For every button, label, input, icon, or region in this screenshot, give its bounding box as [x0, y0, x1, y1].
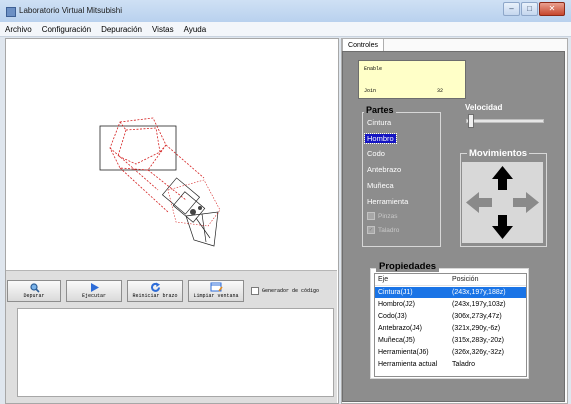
posicion-column-header[interactable]: Posición: [452, 274, 526, 285]
eje-cell: Hombro(J2): [378, 301, 415, 308]
app-icon: [6, 7, 16, 17]
reiniciar-brazo-label: Reiniciar brazo: [132, 293, 178, 299]
eje-column-header[interactable]: Eje: [375, 274, 452, 285]
menu-depuracion[interactable]: Depuración: [96, 25, 147, 34]
console-line-enable: Enable: [364, 66, 383, 72]
window-controls: – □ ✕: [502, 2, 565, 16]
movimientos-title: Movimientos: [467, 148, 530, 159]
console-join-value: 32: [437, 88, 444, 94]
eje-cell: Codo(J3): [378, 313, 407, 320]
menu-vistas[interactable]: Vistas: [147, 25, 179, 34]
eje-cell: Herramienta(J6): [378, 349, 429, 356]
maximize-button[interactable]: □: [521, 2, 538, 16]
generador-codigo-checkbox[interactable]: Generador de código: [251, 287, 319, 295]
table-row[interactable]: Cintura(J1) (243x,197y,188z): [375, 287, 526, 298]
parte-codo[interactable]: Codo: [367, 149, 385, 158]
generador-checkbox-label: Generador de código: [262, 288, 320, 294]
left-arrow-icon[interactable]: [466, 192, 492, 213]
menu-archivo[interactable]: Archivo: [0, 25, 37, 34]
pinzas-label: Pinzas: [378, 212, 398, 220]
velocidad-slider[interactable]: [466, 114, 544, 128]
down-arrow-icon[interactable]: [492, 215, 513, 239]
generador-checkbox-box[interactable]: [251, 287, 259, 295]
console-join-label: Join: [364, 88, 377, 94]
pinzas-checkbox[interactable]: Pinzas: [367, 212, 398, 220]
tab-controles[interactable]: Controles: [342, 38, 384, 52]
menu-ayuda[interactable]: Ayuda: [179, 25, 212, 34]
propiedades-header: Eje Posición: [375, 274, 526, 286]
robot-arm-drawing: [99, 117, 221, 247]
propiedades-title: Propiedades: [376, 261, 440, 272]
eje-cell: Cintura(J1): [378, 289, 413, 296]
taladro-label: Taladro: [378, 226, 400, 234]
minimize-button[interactable]: –: [503, 2, 520, 16]
propiedades-list[interactable]: Eje Posición Cintura(J1) (243x,197y,188z…: [374, 273, 527, 377]
magnifier-icon: [8, 282, 60, 293]
table-row[interactable]: Codo(J3) (306x,273y,47z): [375, 311, 526, 322]
taladro-checkbox-box[interactable]: ✓: [367, 226, 375, 234]
close-button[interactable]: ✕: [539, 2, 565, 16]
depurar-button[interactable]: Depurar: [7, 280, 61, 302]
eje-cell: Antebrazo(J4): [378, 325, 422, 332]
movement-dpad: [462, 162, 543, 243]
table-row[interactable]: Muñeca(J5) (315x,283y,-20z): [375, 335, 526, 346]
reiniciar-brazo-button[interactable]: Reiniciar brazo: [127, 280, 183, 302]
refresh-icon: [128, 282, 182, 293]
table-row[interactable]: Hombro(J2) (243x,197y,103z): [375, 299, 526, 310]
parte-muneca[interactable]: Muñeca: [367, 181, 394, 190]
right-arrow-icon[interactable]: [513, 192, 539, 213]
clear-window-icon: [189, 282, 243, 293]
posicion-cell: (243x,197y,188z): [452, 289, 506, 296]
eje-cell: Muñeca(J5): [378, 337, 415, 344]
toolbar: Depurar Ejecutar Reiniciar brazo Limpiar…: [7, 278, 319, 304]
depurar-label: Depurar: [23, 293, 45, 299]
ejecutar-button[interactable]: Ejecutar: [66, 280, 122, 302]
posicion-cell: (326x,326y,-32z): [452, 349, 505, 356]
posicion-cell: (315x,283y,-20z): [452, 337, 505, 344]
status-console: Enable Join 32: [358, 60, 466, 99]
parte-hombro[interactable]: Hombro: [364, 133, 397, 144]
menu-bar: Archivo Configuración Depuración Vistas …: [0, 22, 571, 37]
table-row[interactable]: Antebrazo(J4) (321x,290y,-6z): [375, 323, 526, 334]
title-bar: Laboratorio Virtual Mitsubishi – □ ✕: [0, 0, 571, 23]
parte-cintura[interactable]: Cintura: [367, 118, 391, 127]
taladro-checkbox[interactable]: ✓ Taladro: [367, 226, 399, 234]
parte-antebrazo[interactable]: Antebrazo: [367, 165, 401, 174]
posicion-cell: (321x,290y,-6z): [452, 325, 501, 332]
up-arrow-icon[interactable]: [492, 166, 513, 190]
robot-3d-viewport[interactable]: [8, 40, 336, 268]
table-row[interactable]: Herramienta actual Taladro: [375, 359, 526, 370]
ejecutar-label: Ejecutar: [81, 293, 106, 299]
velocidad-slider-thumb[interactable]: [468, 114, 475, 128]
menu-configuracion[interactable]: Configuración: [37, 25, 96, 34]
play-icon: [67, 282, 121, 293]
velocidad-label: Velocidad: [465, 103, 503, 112]
table-row[interactable]: Herramienta(J6) (326x,326y,-32z): [375, 347, 526, 358]
pinzas-checkbox-box[interactable]: [367, 212, 375, 220]
limpiar-ventana-label: Limpiar ventana: [193, 293, 239, 299]
limpiar-ventana-button[interactable]: Limpiar ventana: [188, 280, 244, 302]
eje-cell: Herramienta actual: [378, 361, 438, 368]
posicion-cell: (306x,273y,47z): [452, 313, 502, 320]
posicion-cell: (243x,197y,103z): [452, 301, 506, 308]
code-output-area[interactable]: [17, 308, 334, 397]
posicion-cell: Taladro: [452, 361, 475, 368]
partes-group: Partes Cintura Hombro Codo Antebrazo Muñ…: [362, 105, 441, 247]
partes-title: Partes: [364, 105, 396, 115]
window-title: Laboratorio Virtual Mitsubishi: [19, 6, 123, 15]
parte-herramienta[interactable]: Herramienta: [367, 197, 408, 206]
